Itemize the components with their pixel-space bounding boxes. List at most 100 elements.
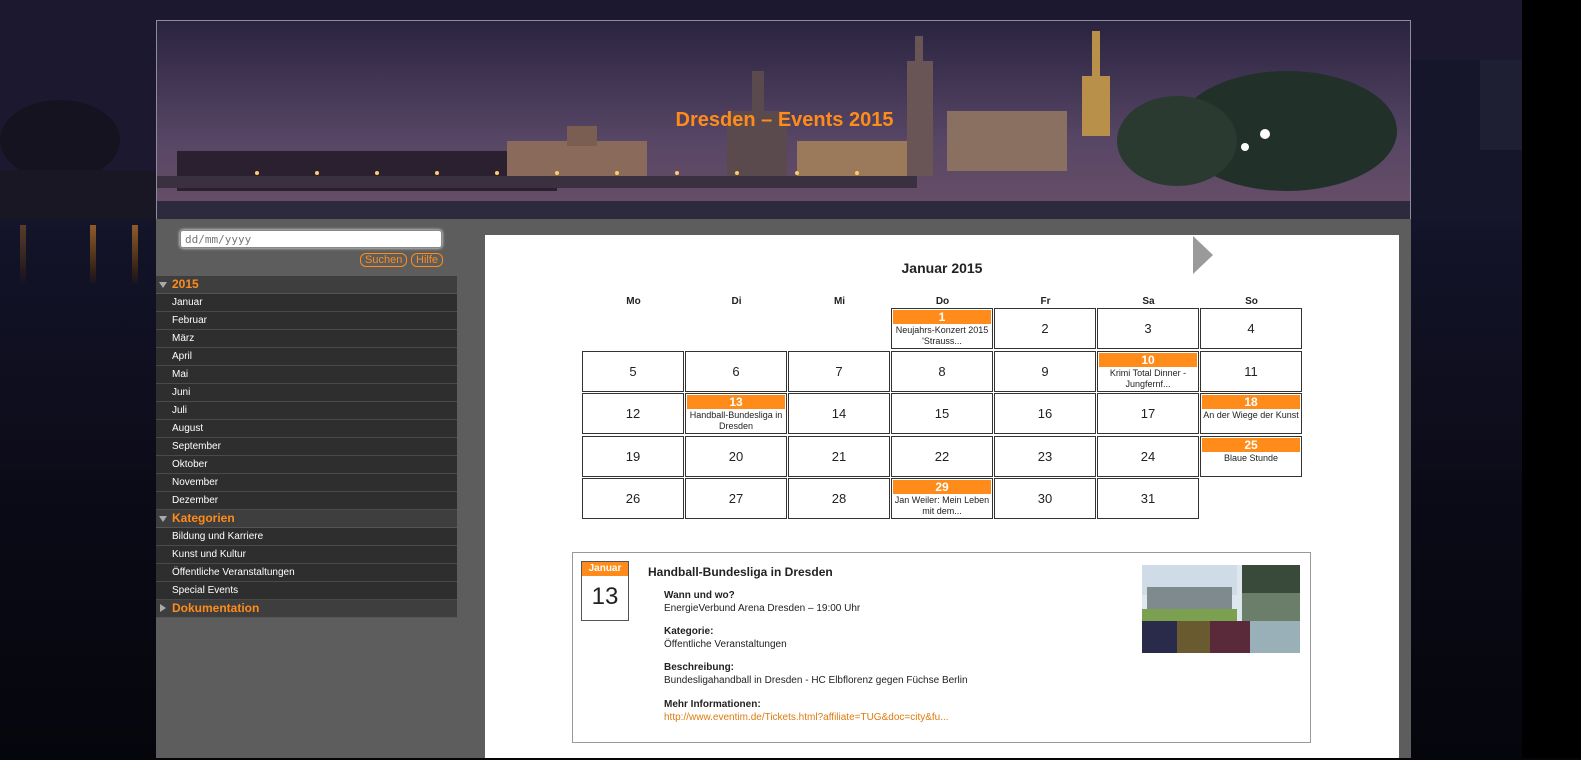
calendar-day-cell[interactable]: 19	[582, 435, 684, 477]
weekday-header: So	[1245, 296, 1258, 307]
calendar-event-title[interactable]: Krimi Total Dinner - Jungfernf...	[1098, 367, 1198, 390]
calendar-day-cell[interactable]: 5	[582, 350, 684, 392]
calendar-day-cell[interactable]: 6	[685, 350, 787, 392]
help-button[interactable]: Hilfe	[411, 253, 444, 267]
menu-section-kategorien[interactable]: Kategorien	[156, 510, 457, 528]
calendar-day-cell[interactable]: 15	[891, 393, 993, 435]
calendar-day-cell[interactable]: 20	[685, 435, 787, 477]
sidebar-item-month[interactable]: Juli	[156, 402, 457, 420]
sidebar-item-month[interactable]: September	[156, 438, 457, 456]
sidebar-item-category[interactable]: Öffentliche Veranstaltungen	[156, 564, 457, 582]
sidebar-item-category[interactable]: Special Events	[156, 582, 457, 600]
menu-section-label: 2015	[172, 277, 199, 291]
event-photo	[1142, 565, 1300, 653]
sidebar-item-month[interactable]: Juni	[156, 384, 457, 402]
next-month-arrow-icon[interactable]	[1193, 236, 1213, 274]
calendar-day-cell[interactable]: 17	[1097, 393, 1199, 435]
calendar-day-cell[interactable]: 23	[994, 435, 1096, 477]
calendar-day-number: 11	[1244, 363, 1258, 379]
calendar-day-number: 2	[1041, 321, 1049, 336]
sidebar-item-month[interactable]: Oktober	[156, 456, 457, 474]
calendar-day-number: 14	[831, 406, 847, 422]
more-info-link[interactable]: http://www.eventim.de/Tickets.html?affil…	[664, 712, 949, 723]
sidebar-item-category[interactable]: Kunst und Kultur	[156, 546, 457, 564]
calendar-day-cell[interactable]: 1 Neujahrs-Konzert 2015 'Strauss...	[891, 308, 993, 349]
calendar-day-number: 26	[625, 491, 641, 507]
sidebar-item-month[interactable]: August	[156, 420, 457, 438]
event-detail: Januar 13 Handball-Bundesliga in Dresden…	[572, 552, 1311, 743]
calendar-day-number: 25	[1202, 437, 1300, 452]
calendar-day-cell[interactable]: 11	[1200, 350, 1302, 392]
weekday-header: Di	[731, 296, 742, 307]
calendar-day-cell[interactable]: 10 Krimi Total Dinner - Jungfernf...	[1097, 350, 1199, 392]
calendar-event-title[interactable]: An der Wiege der Kunst	[1201, 409, 1301, 432]
calendar-day-number: 10	[1099, 352, 1197, 367]
calendar-day-cell[interactable]: 14	[788, 393, 890, 435]
calendar-day-cell[interactable]: 4	[1200, 308, 1302, 349]
date-search-input[interactable]	[180, 230, 442, 248]
weekday-header: Sa	[1142, 296, 1155, 307]
weekday-header: Mi	[833, 296, 846, 307]
sidebar-item-month[interactable]: Januar	[156, 294, 457, 312]
calendar-day-cell[interactable]: 22	[891, 435, 993, 477]
expand-triangle-icon	[159, 516, 167, 522]
calendar-day-number: 23	[1037, 448, 1053, 464]
calendar-day-cell[interactable]: 16	[994, 393, 1096, 435]
calendar-day-number: 29	[893, 480, 991, 495]
calendar-day-cell[interactable]: 18 An der Wiege der Kunst	[1200, 393, 1302, 435]
category-value: Öffentliche Veranstaltungen	[664, 639, 787, 650]
calendar-day-cell[interactable]: 24	[1097, 435, 1199, 477]
calendar-day-number: 6	[732, 363, 740, 379]
calendar-day-cell[interactable]: 8	[891, 350, 993, 392]
sidebar-item-month[interactable]: Februar	[156, 312, 457, 330]
weekday-header: Fr	[1040, 296, 1051, 307]
sidebar-item-month[interactable]: Dezember	[156, 492, 457, 510]
menu-section-label: Dokumentation	[172, 601, 260, 615]
collapsed-triangle-icon	[160, 604, 166, 612]
site-title: Dresden – Events 2015	[675, 109, 894, 131]
calendar-day-cell[interactable]: 28	[788, 478, 890, 520]
calendar-day-number: 19	[625, 448, 641, 464]
calendar-day-cell[interactable]: 7	[788, 350, 890, 392]
menu-section-2015[interactable]: 2015	[156, 276, 457, 294]
calendar-day-cell[interactable]: 2	[994, 308, 1096, 349]
menu-section-dokumentation[interactable]: Dokumentation	[156, 600, 457, 618]
calendar-day-cell[interactable]: 29 Jan Weiler: Mein Leben mit dem...	[891, 478, 993, 520]
calendar-day-cell[interactable]: 27	[685, 478, 787, 520]
calendar-day-cell[interactable]: 31	[1097, 478, 1199, 520]
calendar-day-cell[interactable]: 9	[994, 350, 1096, 392]
sidebar-item-month[interactable]: November	[156, 474, 457, 492]
calendar-day-cell[interactable]: 3	[1097, 308, 1199, 349]
calendar-day-number: 28	[831, 491, 847, 507]
calendar-day-cell[interactable]: 30	[994, 478, 1096, 520]
expand-triangle-icon	[159, 282, 167, 288]
calendar-day-cell[interactable]: 12	[582, 393, 684, 435]
event-day: 13	[591, 583, 619, 610]
calendar-day-cell[interactable]: 21	[788, 435, 890, 477]
calendar-day-cell[interactable]: 13 Handball-Bundesliga in Dresden	[685, 393, 787, 435]
calendar-day-cell[interactable]: 26	[582, 478, 684, 520]
page-frame: Dresden – Events 2015 Suchen Hilfe 2015 …	[156, 20, 1411, 758]
months-list: Januar Februar März April Mai Juni Juli August S…	[156, 294, 457, 510]
weekday-header: Mo	[626, 296, 641, 307]
calendar-event-title[interactable]: Handball-Bundesliga in Dresden	[686, 409, 786, 432]
sidebar-item-month[interactable]: Mai	[156, 366, 457, 384]
where-value: EnergieVerbund Arena Dresden – 19:00 Uhr	[664, 603, 861, 614]
calendar-day-number: 31	[1140, 491, 1156, 507]
menu-section-label: Kategorien	[172, 511, 235, 525]
sidebar-item-month[interactable]: April	[156, 348, 457, 366]
calendar-day-number: 3	[1144, 321, 1152, 336]
categories-list: Bildung und Karriere Kunst und Kultur Öffe…	[156, 528, 457, 600]
weekday-header: Do	[935, 296, 950, 307]
search-button[interactable]: Suchen	[360, 253, 408, 267]
sidebar-item-month[interactable]: März	[156, 330, 457, 348]
calendar-day-number: 16	[1037, 406, 1053, 422]
header-banner: Dresden – Events 2015	[156, 20, 1411, 219]
calendar-event-title[interactable]: Jan Weiler: Mein Leben mit dem...	[892, 494, 992, 517]
sidebar-menu: 2015 Januar Februar März April Mai Juni Juli Au…	[156, 276, 457, 618]
sidebar-item-category[interactable]: Bildung und Karriere	[156, 528, 457, 546]
category-label: Kategorie:	[664, 626, 714, 637]
calendar-day-cell[interactable]: 25 Blaue Stunde	[1200, 435, 1302, 477]
calendar-event-title[interactable]: Neujahrs-Konzert 2015 'Strauss...	[892, 324, 992, 347]
calendar-event-title[interactable]: Blaue Stunde	[1201, 452, 1301, 475]
